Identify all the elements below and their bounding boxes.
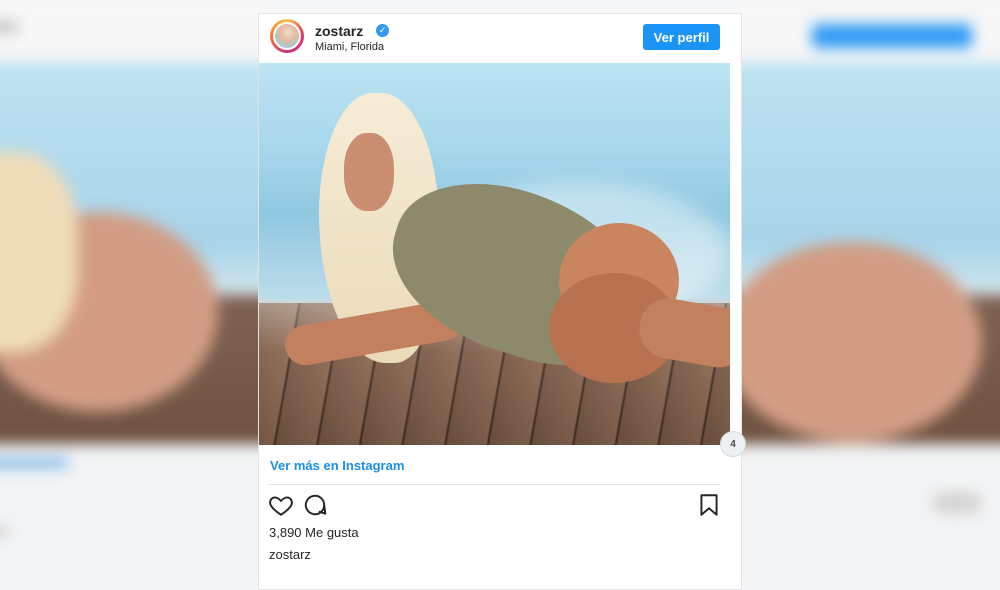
carousel-count-badge[interactable]: 4	[720, 431, 746, 457]
likes-count[interactable]: 3,890 Me gusta	[269, 525, 359, 540]
comment-icon[interactable]	[302, 492, 328, 518]
heart-icon[interactable]	[268, 492, 294, 518]
avatar[interactable]	[270, 19, 304, 53]
blurred-background-right	[742, 0, 1000, 590]
view-profile-button[interactable]: Ver perfil	[643, 24, 720, 50]
view-more-link[interactable]: Ver más en Instagram	[270, 458, 404, 473]
location[interactable]: Miami, Florida	[315, 41, 384, 53]
verified-badge-icon: ✓	[376, 24, 389, 37]
caption-username[interactable]: zostarz	[269, 547, 311, 562]
instagram-post-card: zostarz ✓ Miami, Florida Ver perfil 4 Ve…	[258, 13, 746, 590]
blurred-background-left	[0, 0, 258, 590]
username[interactable]: zostarz	[315, 23, 363, 39]
post-header: zostarz ✓ Miami, Florida Ver perfil	[259, 14, 741, 64]
bookmark-icon[interactable]	[696, 492, 722, 518]
post-image[interactable]	[259, 63, 730, 445]
divider	[268, 484, 720, 485]
